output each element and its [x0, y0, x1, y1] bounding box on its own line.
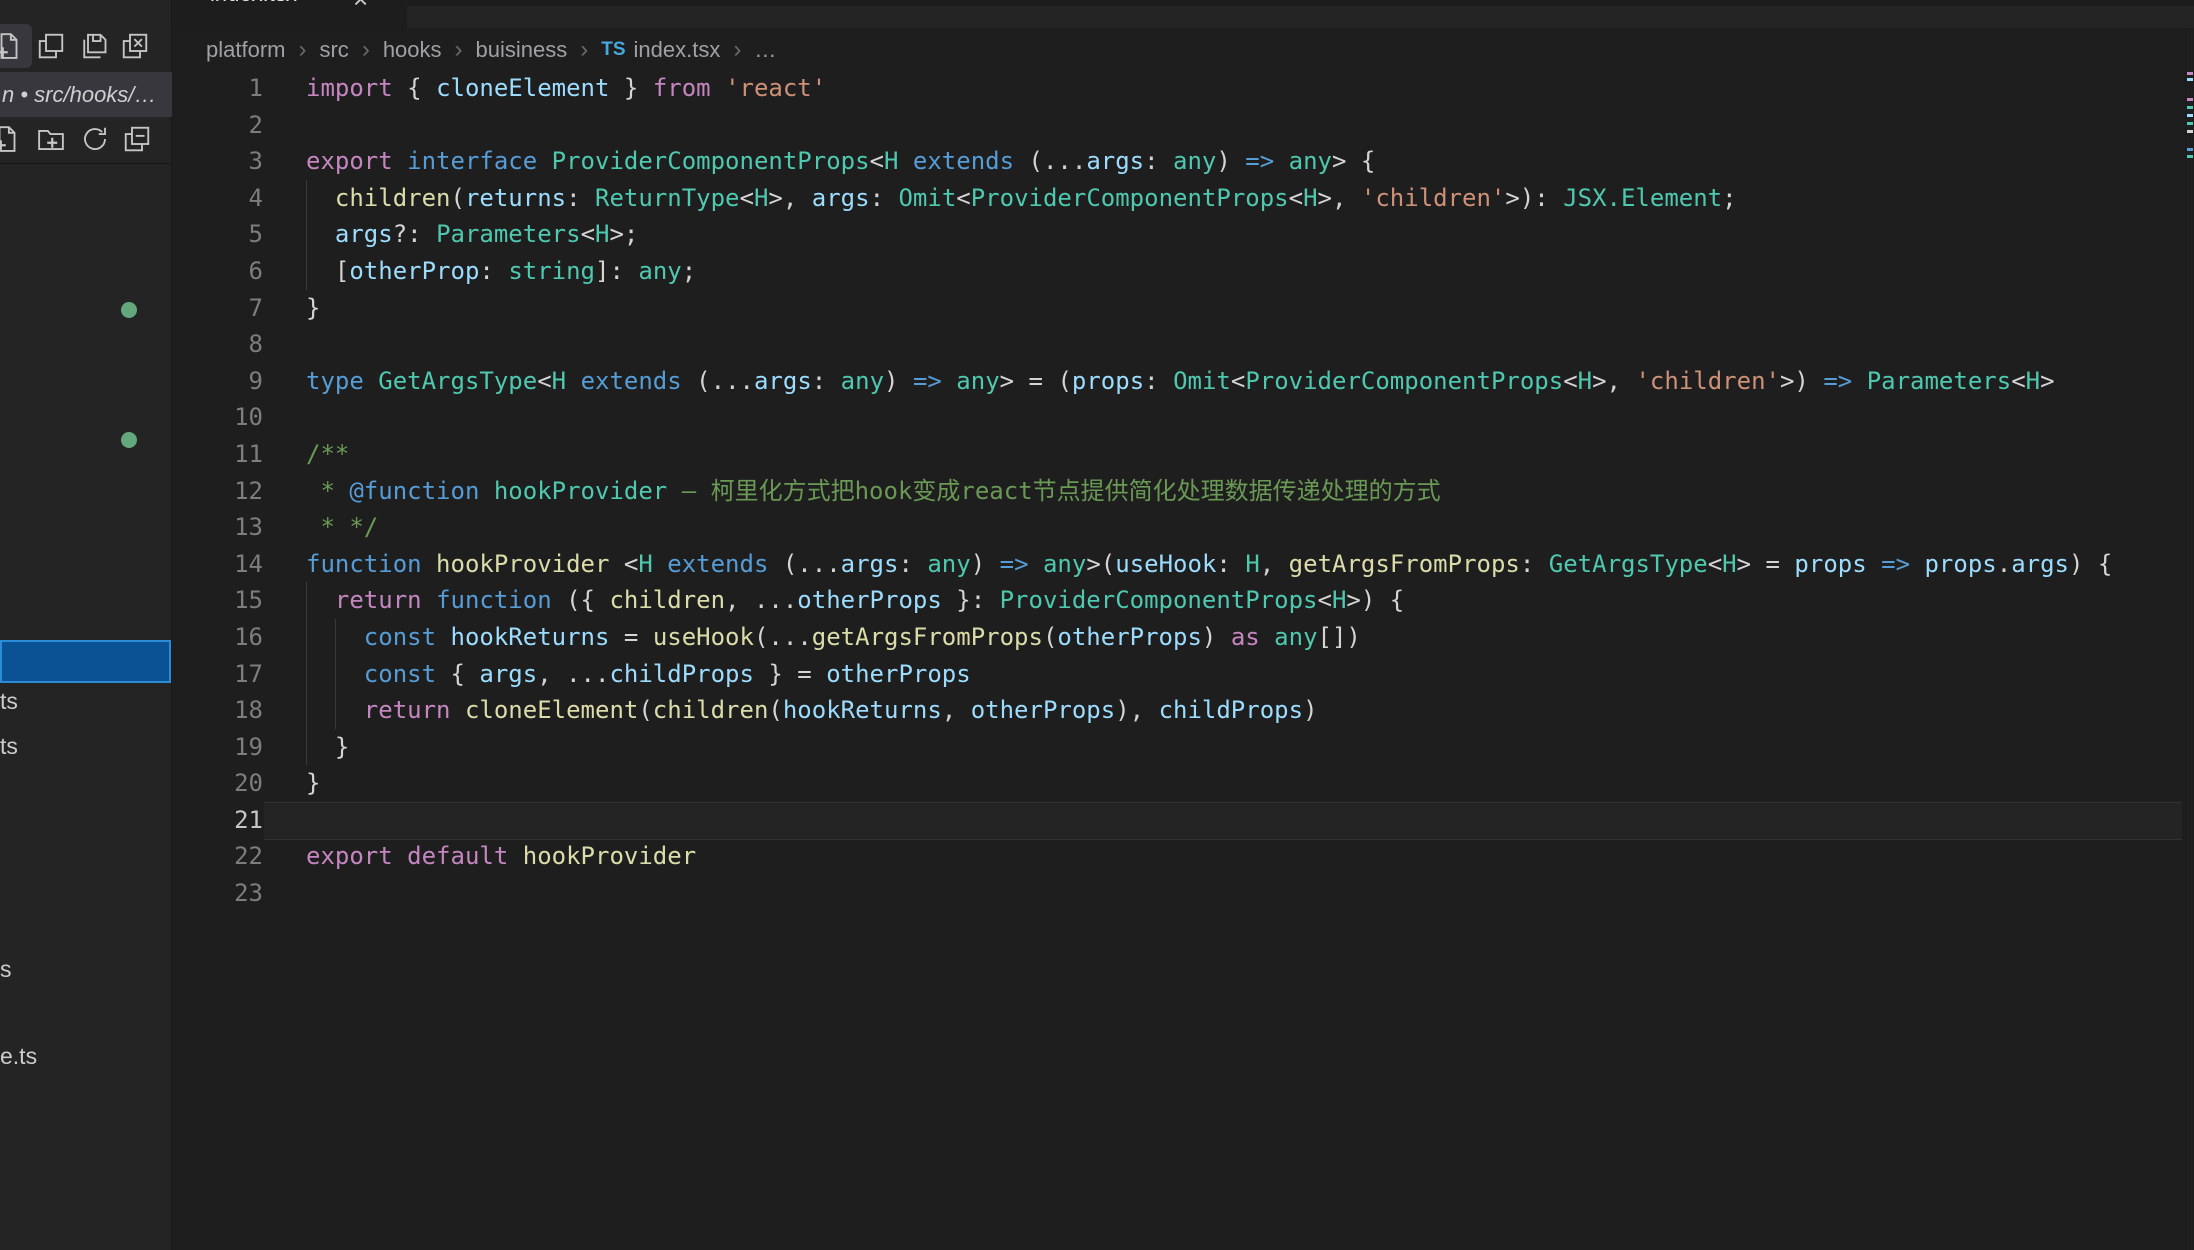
code-line[interactable]: }	[306, 729, 2184, 766]
code-line[interactable]: const { args, ...childProps } = otherPro…	[306, 656, 2184, 693]
code-line[interactable]: [otherProp: string]: any;	[306, 253, 2184, 290]
tree-file-item[interactable]: e.ts	[0, 1043, 37, 1070]
code-line[interactable]: * */	[306, 509, 2184, 546]
line-number: 15	[173, 582, 263, 619]
line-number-gutter: 1234567891011121314151617181920212223	[173, 70, 263, 912]
line-number: 20	[173, 765, 263, 802]
breadcrumb-item[interactable]: platform	[206, 37, 285, 63]
line-number: 23	[173, 875, 263, 912]
code-line[interactable]: type GetArgsType<H extends (...args: any…	[306, 363, 2184, 400]
tab-bar-empty-space	[407, 6, 2194, 28]
code-lines[interactable]: import { cloneElement } from 'react' expo…	[306, 70, 2184, 912]
code-line[interactable]: export default hookProvider	[306, 838, 2184, 875]
line-number: 5	[173, 216, 263, 253]
modified-file-dot	[121, 432, 137, 448]
line-number: 3	[173, 143, 263, 180]
line-number: 6	[173, 253, 263, 290]
new-folder-icon[interactable]	[36, 124, 66, 154]
code-line[interactable]: /**	[306, 436, 2184, 473]
breadcrumb-item[interactable]: hooks	[383, 37, 442, 63]
breadcrumb-item[interactable]: buisiness	[476, 37, 568, 63]
line-number: 12	[173, 473, 263, 510]
new-untitled-file-icon[interactable]	[0, 31, 24, 61]
tab-close-icon[interactable]: ×	[353, 0, 368, 15]
code-line[interactable]	[306, 875, 2184, 912]
minimap-mark	[2187, 72, 2193, 75]
close-all-editors-icon[interactable]	[120, 31, 150, 61]
code-line[interactable]	[306, 107, 2184, 144]
tab-index-tsx[interactable]: index.tsx ×	[173, 0, 407, 30]
code-line[interactable]	[306, 802, 2184, 839]
code-line[interactable]: return function ({ children, ...otherPro…	[306, 582, 2184, 619]
editor-group: index.tsx × platform › src › hooks › bui…	[173, 0, 2194, 1250]
minimap-mark	[2187, 122, 2193, 125]
code-line[interactable]: return cloneElement(children(hookReturns…	[306, 692, 2184, 729]
breadcrumb: platform › src › hooks › buisiness › TS …	[173, 30, 2194, 70]
code-line[interactable]: }	[306, 290, 2184, 327]
vscode-window: n • src/hooks/… ts ts s e.ts index.t	[0, 0, 2194, 1250]
minimap-mark	[2187, 78, 2193, 81]
tab-bar: index.tsx ×	[173, 0, 2194, 30]
code-line[interactable]	[306, 399, 2184, 436]
tree-file-item[interactable]: s	[0, 956, 12, 983]
line-number: 18	[173, 692, 263, 729]
section-divider	[0, 163, 172, 164]
chevron-right-icon: ›	[733, 36, 741, 64]
tree-file-item[interactable]: ts	[0, 688, 18, 715]
minimap-mark	[2187, 130, 2193, 133]
tab-label: index.tsx	[211, 0, 298, 7]
typescript-file-icon: TS	[601, 39, 625, 61]
line-number: 19	[173, 729, 263, 766]
code-line[interactable]: }	[306, 765, 2184, 802]
open-editor-item[interactable]: n • src/hooks/…	[0, 72, 172, 117]
chevron-right-icon: ›	[298, 36, 306, 64]
modified-file-dot	[121, 302, 137, 318]
minimap-mark	[2187, 106, 2193, 109]
line-number: 16	[173, 619, 263, 656]
breadcrumb-item[interactable]: src	[319, 37, 348, 63]
line-number: 14	[173, 546, 263, 583]
new-file-icon[interactable]	[0, 124, 22, 154]
save-all-icon[interactable]	[78, 31, 108, 61]
breadcrumb-symbol-overflow[interactable]: …	[754, 37, 776, 63]
line-number: 7	[173, 290, 263, 327]
code-line[interactable]: const hookReturns = useHook(...getArgsFr…	[306, 619, 2184, 656]
toggle-editor-layout-icon[interactable]	[36, 31, 66, 61]
code-line[interactable]: * @function hookProvider — 柯里化方式把hook变成r…	[306, 473, 2184, 510]
minimap-mark	[2187, 148, 2193, 151]
chevron-right-icon: ›	[362, 36, 370, 64]
line-number: 17	[173, 656, 263, 693]
line-number: 9	[173, 363, 263, 400]
line-number: 1	[173, 70, 263, 107]
code-line[interactable]: export interface ProviderComponentProps<…	[306, 143, 2184, 180]
line-number: 4	[173, 180, 263, 217]
code-line[interactable]	[306, 326, 2184, 363]
code-line[interactable]: children(returns: ReturnType<H>, args: O…	[306, 180, 2184, 217]
line-number: 13	[173, 509, 263, 546]
line-number: 11	[173, 436, 263, 473]
code-line[interactable]: args?: Parameters<H>;	[306, 216, 2184, 253]
minimap[interactable]	[2185, 30, 2194, 1250]
refresh-explorer-icon[interactable]	[80, 124, 110, 154]
code-line[interactable]: function hookProvider <H extends (...arg…	[306, 546, 2184, 583]
line-number: 8	[173, 326, 263, 363]
code-line[interactable]: import { cloneElement } from 'react'	[306, 70, 2184, 107]
line-number: 21	[173, 802, 263, 839]
tree-selected-row[interactable]	[0, 640, 171, 683]
chevron-right-icon: ›	[580, 36, 588, 64]
breadcrumb-file[interactable]: index.tsx	[634, 37, 721, 63]
line-number: 10	[173, 399, 263, 436]
line-number: 22	[173, 838, 263, 875]
minimap-mark	[2187, 155, 2193, 158]
open-editor-item-label: n • src/hooks/…	[0, 82, 156, 108]
minimap-mark	[2187, 98, 2193, 101]
collapse-folders-icon[interactable]	[122, 124, 152, 154]
minimap-mark	[2187, 114, 2193, 117]
chevron-right-icon: ›	[455, 36, 463, 64]
line-number: 2	[173, 107, 263, 144]
tree-file-item[interactable]: ts	[0, 733, 18, 760]
explorer-sidebar: n • src/hooks/… ts ts s e.ts	[0, 0, 172, 1250]
